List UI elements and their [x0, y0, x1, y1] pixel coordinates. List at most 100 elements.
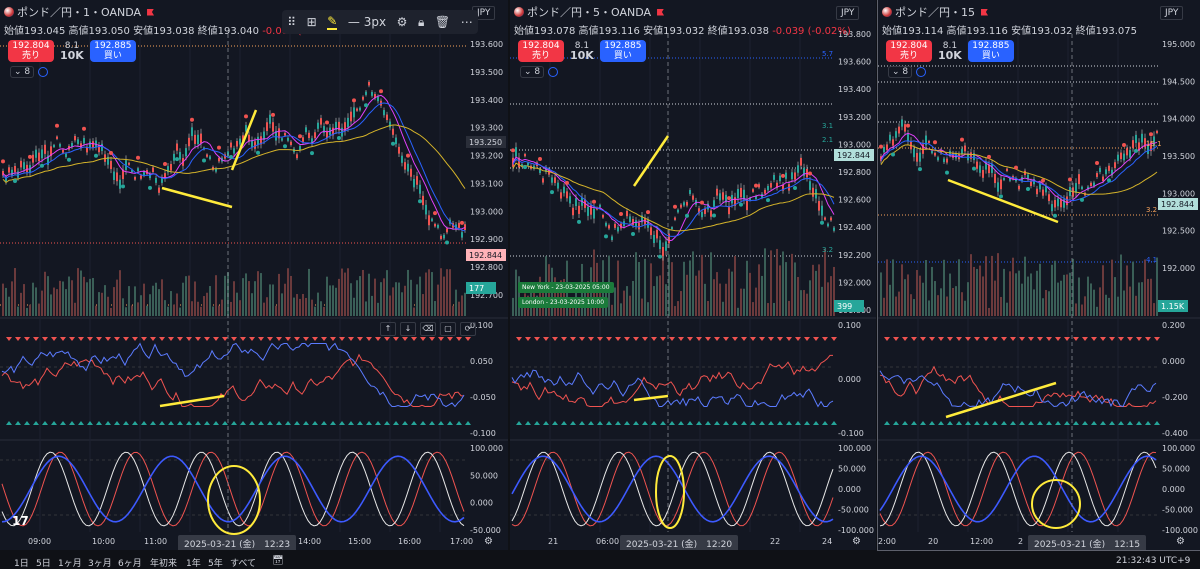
- signal-dot-sell: [190, 117, 194, 122]
- range-ytd[interactable]: 年初来: [150, 556, 177, 569]
- osc2-axis-label: 50.000: [1162, 465, 1190, 474]
- symbol-header[interactable]: ポンド／円・5・OANDA: [514, 4, 665, 20]
- signal-dot-sell: [781, 173, 785, 178]
- chart-canvas-15m[interactable]: 195.000 194.500 194.000 193.500 193.000 192.5…: [878, 0, 1200, 550]
- osc-sell-marker: [920, 337, 926, 341]
- annotation-trendline: [633, 394, 669, 402]
- candle-body: [1141, 133, 1143, 143]
- flag-icon[interactable]: [657, 8, 665, 16]
- volume-bar: [1120, 254, 1122, 316]
- volume-bar: [56, 289, 58, 316]
- chevron-down-icon[interactable]: ⌄ 8: [10, 66, 35, 78]
- buy-button[interactable]: 192.885 買い: [89, 40, 136, 62]
- chevron-down-icon[interactable]: ⌄ 8: [520, 66, 545, 78]
- arrow-down-icon[interactable]: ↓: [400, 322, 416, 336]
- candle-body: [128, 162, 130, 165]
- volume-bar: [1153, 303, 1155, 316]
- indicator-toggle[interactable]: ⌄ 8: [520, 66, 559, 78]
- trash-icon[interactable]: 🗑︎: [435, 15, 450, 29]
- volume-bar: [910, 294, 912, 316]
- range-1y[interactable]: 1年: [186, 556, 201, 569]
- symbol-header[interactable]: ポンド／円・1・OANDA: [4, 4, 155, 20]
- osc-sell-marker: [777, 337, 783, 341]
- buy-button[interactable]: 192.885 買い: [967, 40, 1014, 62]
- symbol-header[interactable]: ポンド／円・15: [882, 4, 988, 20]
- osc-buy-marker: [1145, 421, 1151, 425]
- gear-icon[interactable]: ⚙: [484, 536, 493, 547]
- candle-body: [320, 118, 322, 125]
- flag-icon[interactable]: [147, 8, 155, 16]
- collapse-icon[interactable]: ⟳: [460, 322, 476, 336]
- chart-canvas-1m[interactable]: 193.600 193.500 193.400 193.300 193.200 193.1…: [0, 0, 508, 550]
- signal-dot-sell: [1041, 178, 1045, 183]
- volume-bar: [755, 287, 757, 316]
- osc-sell-marker: [543, 337, 549, 341]
- indicator-toggle[interactable]: ⌄ 8: [10, 66, 49, 78]
- pencil-icon[interactable]: ✎: [327, 14, 338, 30]
- buy-button[interactable]: 192.885 買い: [599, 40, 646, 62]
- volume-bar: [1102, 265, 1104, 316]
- candle-body: [1117, 154, 1119, 161]
- chart-pane-5m[interactable]: 193.800 193.600 193.400 193.200 193.000 192.8…: [510, 0, 876, 550]
- price-axis-label: 192.600: [838, 196, 871, 205]
- currency-select[interactable]: JPY: [836, 6, 860, 20]
- candle-body: [1030, 181, 1032, 186]
- more-icon[interactable]: ⋯: [461, 15, 473, 29]
- range-1d[interactable]: 1日: [14, 556, 29, 569]
- volume-bar: [973, 266, 975, 316]
- volume-bar: [782, 251, 784, 316]
- volume-bar: [23, 284, 25, 316]
- gear-icon[interactable]: ⚙: [852, 536, 861, 547]
- gear-icon[interactable]: ⚙: [1176, 536, 1185, 547]
- currency-select[interactable]: JPY: [1160, 6, 1184, 20]
- settings-icon[interactable]: ⚙: [397, 15, 408, 29]
- trade-buttons: 192.804 売り 8.1 10K 192.885 買い: [886, 40, 1014, 62]
- osc-buy-marker: [402, 421, 408, 425]
- osc2-axis-label: -50.000: [470, 526, 501, 535]
- candle-body: [383, 110, 385, 116]
- chart-pane-1m[interactable]: 193.600 193.500 193.400 193.300 193.200 193.1…: [0, 0, 508, 550]
- drag-handle-icon[interactable]: ⠿: [287, 15, 296, 29]
- candle-body: [386, 114, 388, 121]
- range-5y[interactable]: 5年: [208, 556, 223, 569]
- line-width-button[interactable]: — 3px: [348, 15, 386, 29]
- range-6m[interactable]: 6ヶ月: [118, 556, 142, 569]
- flag-icon[interactable]: [981, 8, 988, 16]
- calendar-icon[interactable]: 📅︎: [272, 556, 283, 566]
- chevron-down-icon[interactable]: ⌄ 8: [888, 66, 913, 78]
- time-axis-label: 2: [1018, 537, 1023, 546]
- lock-icon[interactable]: 🔒︎: [418, 15, 424, 30]
- maximize-icon[interactable]: ▢: [440, 322, 456, 336]
- chart-pane-15m[interactable]: 195.000 194.500 194.000 193.500 193.000 192.5…: [877, 0, 1200, 551]
- trash-icon[interactable]: ⌫: [420, 322, 436, 336]
- candle-body: [515, 147, 517, 157]
- sell-button[interactable]: 192.804 売り: [8, 40, 54, 62]
- candle-body: [683, 202, 685, 206]
- volume-bar: [886, 259, 888, 316]
- range-3m[interactable]: 3ヶ月: [88, 556, 112, 569]
- volume-bar: [1069, 272, 1071, 316]
- candle-body: [1048, 194, 1050, 202]
- symbol-title: ポンド／円・5・OANDA: [527, 6, 652, 19]
- volume-bar: [398, 282, 400, 316]
- candle-body: [791, 172, 793, 180]
- candle-body: [296, 154, 298, 159]
- osc-buy-marker: [642, 421, 648, 425]
- osc-sell-marker: [258, 337, 264, 341]
- indicator-settings-icon[interactable]: [916, 67, 927, 77]
- range-1m[interactable]: 1ヶ月: [58, 556, 82, 569]
- signal-dot-sell: [960, 137, 964, 142]
- sell-button[interactable]: 192.804 売り: [518, 40, 564, 62]
- indicator-toggle[interactable]: ⌄ 8: [888, 66, 927, 78]
- templates-icon[interactable]: ⊞: [307, 15, 317, 29]
- volume-bar: [641, 298, 643, 316]
- range-all[interactable]: すべて: [230, 556, 256, 569]
- sell-button[interactable]: 192.804 売り: [886, 40, 932, 62]
- volume-bar: [797, 277, 799, 316]
- chart-canvas-5m[interactable]: 193.800193.600193.400193.200193.000192.8…: [510, 0, 876, 550]
- indicator-settings-icon[interactable]: [548, 67, 559, 77]
- range-5d[interactable]: 5日: [36, 556, 51, 569]
- indicator-settings-icon[interactable]: [38, 67, 49, 77]
- osc1-axis-label: 0.000: [1162, 357, 1185, 366]
- arrow-up-icon[interactable]: ↑: [380, 322, 396, 336]
